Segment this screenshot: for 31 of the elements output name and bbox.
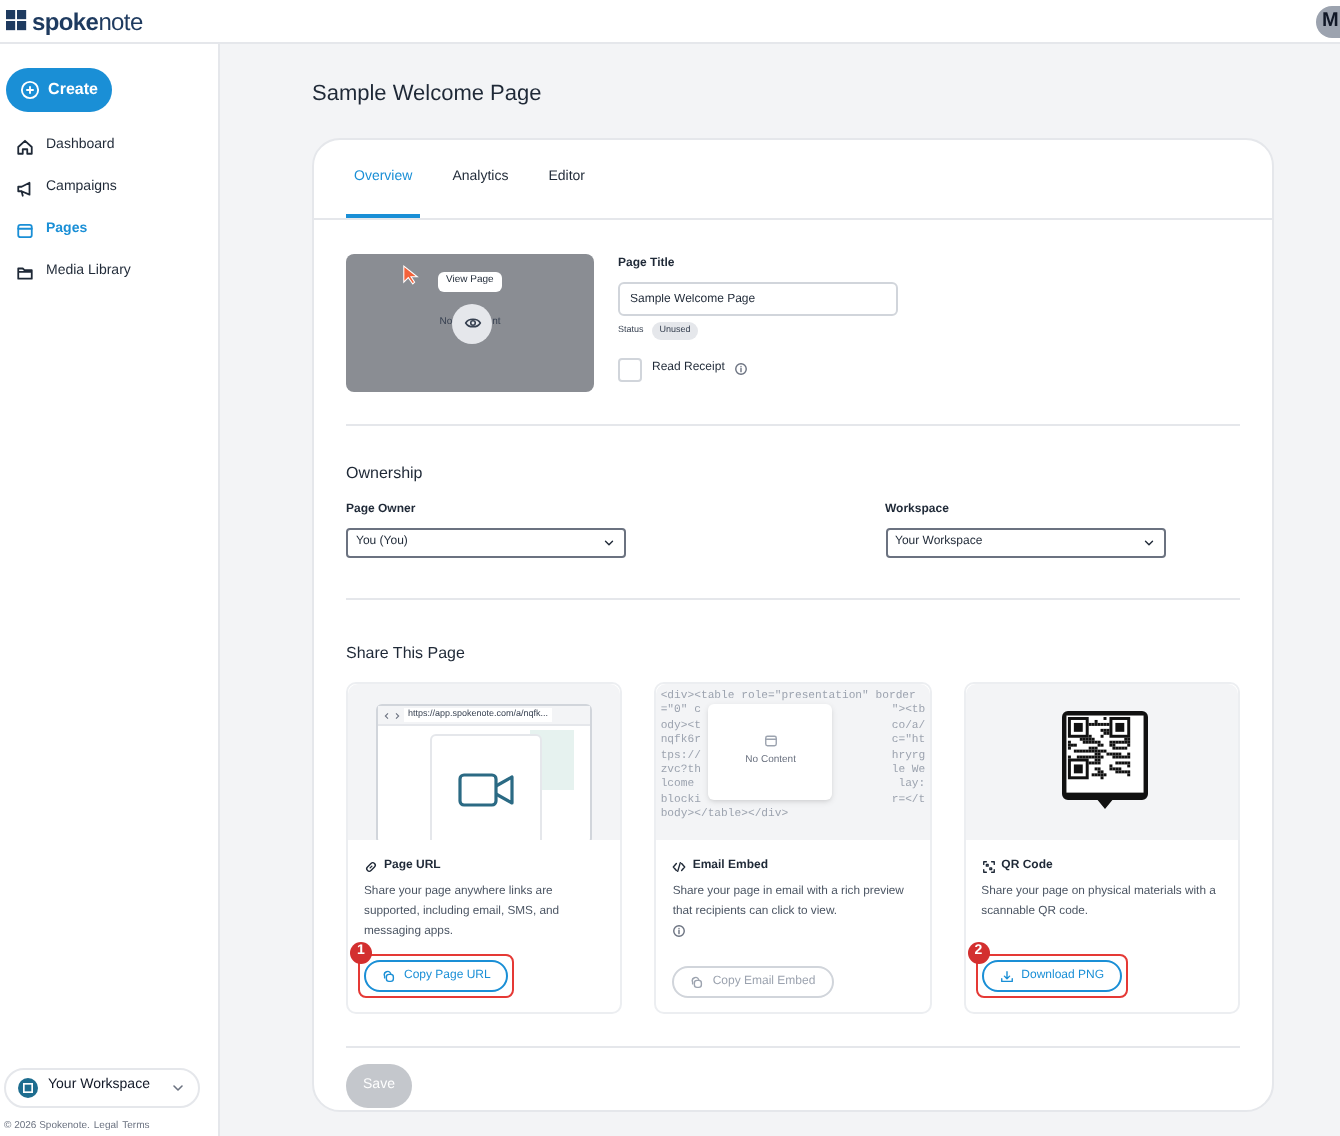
- chevron-icon: [1141, 536, 1155, 550]
- home-icon: [16, 138, 34, 156]
- logo-icon: [6, 10, 28, 32]
- megaphone-icon: [16, 180, 34, 198]
- cursor-icon: [402, 264, 420, 286]
- qr-code-drawing: [1061, 710, 1148, 810]
- copy-icon: [382, 969, 396, 983]
- avatar[interactable]: M: [1316, 5, 1340, 37]
- link-icon: [364, 860, 378, 874]
- logo-text: spokenote: [32, 9, 143, 33]
- scan-icon: [981, 860, 996, 874]
- workspace-icon: [18, 1077, 38, 1097]
- chevron-icon: [170, 1079, 186, 1095]
- read-receipt-checkbox[interactable]: [618, 357, 642, 382]
- nav-arrows-icon: [384, 711, 400, 719]
- page-title: Sample Welcome Page: [312, 80, 544, 106]
- code-icon: [672, 860, 687, 874]
- create-button[interactable]: Create: [6, 68, 112, 112]
- download-icon: [999, 969, 1014, 983]
- chevron-icon: [602, 536, 616, 550]
- copy-icon: [690, 975, 705, 989]
- eye-icon: [463, 314, 482, 332]
- page-icon: [763, 734, 778, 749]
- section-heading: Share This Page: [346, 642, 467, 666]
- video-camera-icon: [458, 772, 514, 808]
- folder-icon: [16, 264, 34, 282]
- view-button[interactable]: [452, 303, 493, 343]
- plus-icon: [20, 80, 41, 100]
- info-icon: [734, 362, 749, 377]
- page-icon: [16, 222, 34, 240]
- section-heading: Ownership: [346, 462, 425, 486]
